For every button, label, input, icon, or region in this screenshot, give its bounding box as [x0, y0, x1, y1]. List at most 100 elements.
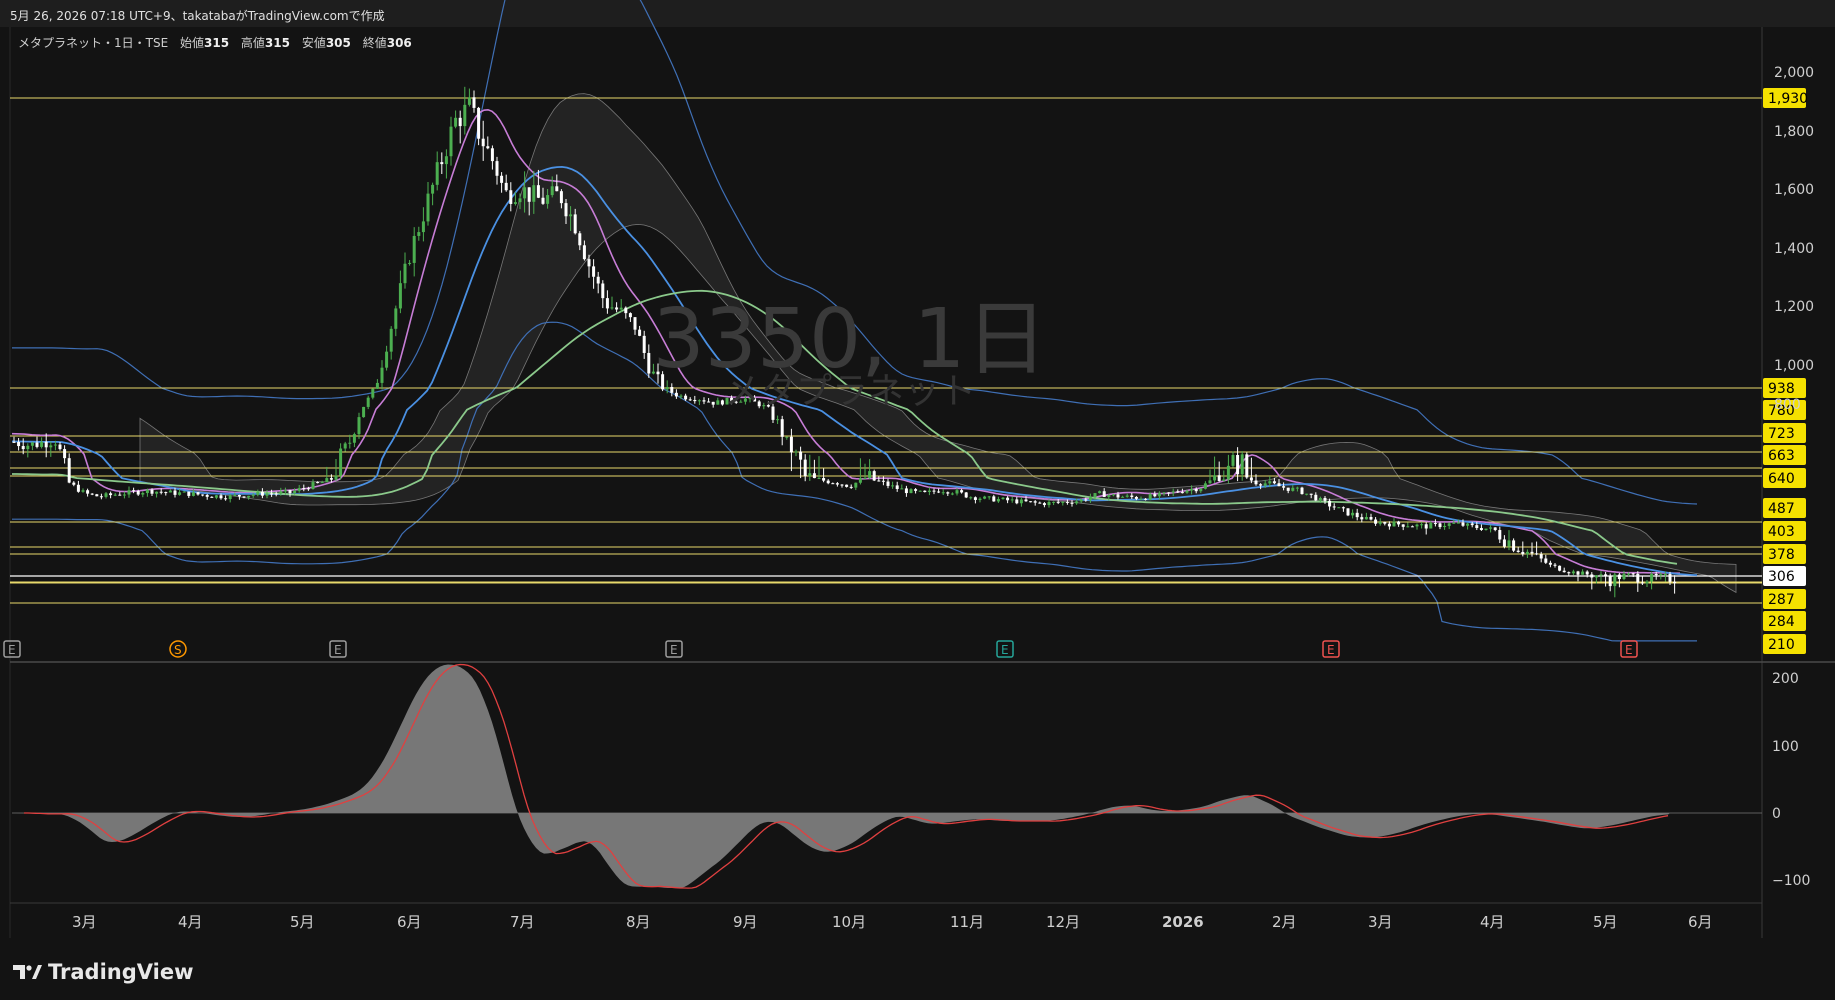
candle-body	[95, 494, 99, 497]
price-tick-label[interactable]: 1,200	[1774, 299, 1814, 315]
candle-body	[891, 485, 895, 487]
time-axis-label[interactable]: 5月	[1593, 913, 1618, 931]
time-axis-label[interactable]: 10月	[832, 913, 866, 931]
time-axis-label[interactable]: 3月	[1368, 913, 1393, 931]
candle-body	[63, 449, 67, 459]
candle-body	[1558, 565, 1562, 571]
candle-body	[863, 477, 867, 479]
price-tick-label[interactable]: 1,600	[1774, 182, 1814, 198]
candle-body	[1286, 487, 1290, 491]
candle-body	[881, 480, 885, 482]
time-axis-label[interactable]: 7月	[510, 913, 535, 931]
legend-high-value: 315	[264, 36, 290, 50]
candle-body	[1093, 493, 1097, 498]
time-axis-label[interactable]: 4月	[178, 913, 203, 931]
candle-body	[969, 497, 973, 499]
candle-body	[1484, 528, 1488, 530]
candle-body	[776, 419, 780, 421]
candle-body	[1654, 574, 1658, 576]
candle-body	[311, 482, 315, 490]
time-axis-label[interactable]: 6月	[397, 913, 422, 931]
time-axis-label[interactable]: 5月	[290, 913, 315, 931]
candle-body	[854, 482, 858, 488]
candle-body	[417, 232, 421, 236]
price-tick-label[interactable]: 2,000	[1774, 65, 1814, 81]
candle-body	[1194, 488, 1198, 492]
candle-body	[1544, 558, 1548, 563]
event-marker-label: E	[1327, 643, 1335, 657]
candle-body	[325, 478, 329, 483]
candle-body	[403, 263, 407, 284]
candle-body	[44, 441, 48, 448]
candle-body	[835, 483, 839, 485]
price-tick-label[interactable]: 800	[1774, 397, 1801, 413]
candle-body	[1433, 523, 1437, 525]
candle-body	[578, 233, 582, 246]
candle-body	[1134, 496, 1138, 499]
candle-body	[306, 488, 310, 490]
candle-body	[1236, 455, 1240, 475]
macd-tick-label[interactable]: 0	[1772, 806, 1781, 822]
candle-body	[1075, 501, 1079, 504]
time-axis-label[interactable]: 2月	[1272, 913, 1297, 931]
candle-body	[932, 490, 936, 492]
candle-body	[992, 496, 996, 502]
legend-low-value: 305	[325, 36, 351, 50]
time-axis-label[interactable]: 3月	[72, 913, 97, 931]
candle-body	[30, 442, 34, 446]
time-axis-label[interactable]: 12月	[1046, 913, 1080, 931]
candle-body	[141, 493, 145, 495]
price-tick-label[interactable]: 1,800	[1774, 124, 1814, 140]
candle-body	[1167, 492, 1171, 494]
price-badge-label-306: 306	[1768, 569, 1795, 585]
candle-body	[237, 494, 241, 497]
candle-body	[481, 138, 485, 147]
chart-area[interactable]: 1,93093878072366364048740337830628728421…	[0, 0, 1835, 1000]
candle-body	[1604, 574, 1608, 577]
candle-body	[1065, 501, 1069, 503]
candle-body	[1309, 493, 1313, 495]
candle-body	[582, 245, 586, 260]
legend-open-label: 始値	[180, 36, 205, 50]
candle-body	[1107, 495, 1111, 497]
time-axis-label[interactable]: 4月	[1480, 913, 1505, 931]
candle-body	[1456, 522, 1460, 524]
price-tick-label[interactable]: 1,400	[1774, 241, 1814, 257]
candle-body	[1328, 500, 1332, 507]
candle-body	[1548, 562, 1552, 565]
candle-body	[1098, 491, 1102, 494]
tradingview-logo[interactable]: TradingView	[12, 960, 193, 984]
time-axis-label[interactable]: 8月	[626, 913, 651, 931]
candle-body	[546, 195, 550, 204]
candle-body	[964, 492, 968, 498]
time-axis-label[interactable]: 2026	[1162, 913, 1204, 931]
candle-body	[1410, 526, 1414, 528]
candle-body	[587, 259, 591, 267]
time-axis-label[interactable]: 9月	[733, 913, 758, 931]
candle-body	[909, 489, 913, 494]
time-axis-label[interactable]: 6月	[1688, 913, 1713, 931]
macd-tick-label[interactable]: 100	[1772, 739, 1799, 755]
candle-body	[375, 382, 379, 389]
candle-body	[1190, 488, 1194, 491]
macd-tick-label[interactable]: −100	[1772, 873, 1810, 889]
candle-body	[1360, 517, 1364, 520]
candle-body	[1038, 502, 1042, 504]
candle-body	[831, 483, 835, 485]
candle-body	[1282, 486, 1286, 488]
candle-body	[426, 193, 430, 222]
symbol-legend[interactable]: メタプラネット・1日・TSE 始値315 高値315 安値305 終値306	[18, 34, 412, 51]
time-axis-label[interactable]: 11月	[950, 913, 984, 931]
candle-body	[1627, 573, 1631, 575]
candle-body	[1102, 491, 1106, 497]
price-tick-label[interactable]: 1,000	[1774, 358, 1814, 374]
candle-body	[421, 221, 425, 233]
candle-body	[228, 495, 232, 500]
candle-body	[316, 482, 320, 484]
macd-tick-label[interactable]: 200	[1772, 671, 1799, 687]
candle-body	[845, 484, 849, 487]
candle-body	[1042, 503, 1046, 506]
candle-body	[1162, 492, 1166, 494]
candle-body	[1401, 524, 1405, 527]
candle-body	[1259, 484, 1263, 486]
